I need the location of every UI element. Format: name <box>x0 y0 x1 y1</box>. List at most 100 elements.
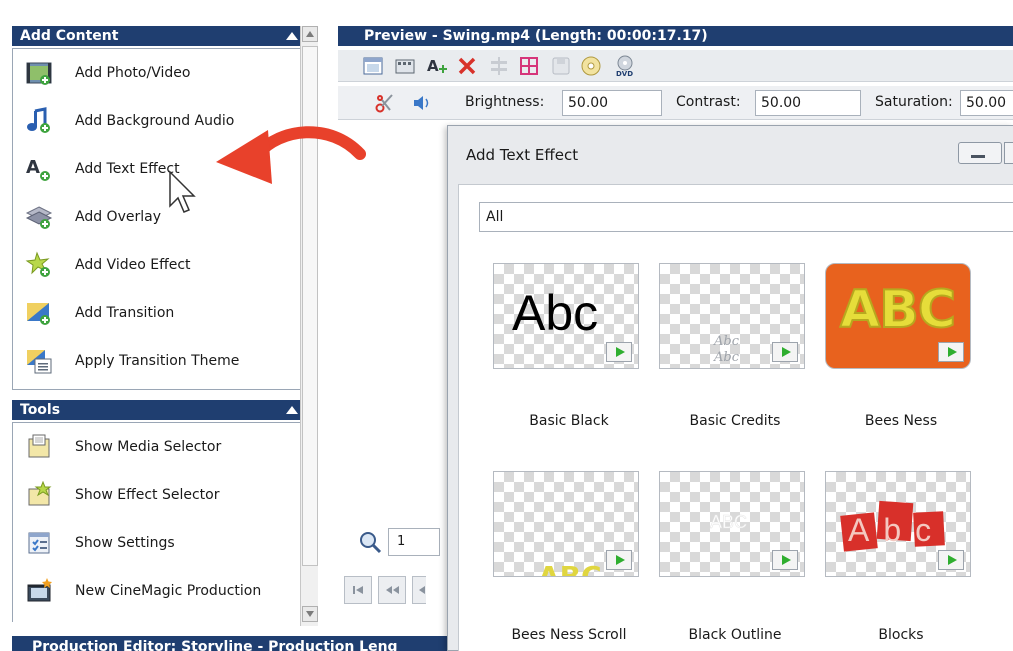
effect-name: Bees Ness Scroll <box>511 627 627 643</box>
overlay-layers-icon <box>25 206 53 229</box>
effect-name: Basic Black <box>529 413 609 429</box>
audio-note-icon <box>27 107 50 133</box>
collapse-up-icon[interactable] <box>286 32 298 40</box>
effect-thumbnail: Abc <box>493 263 639 369</box>
add-text-icon[interactable]: A <box>426 55 448 77</box>
go-to-start-button[interactable] <box>344 576 372 604</box>
new-cinemagic-production-item[interactable]: New CineMagic Production <box>13 571 305 611</box>
skip-start-icon <box>353 586 363 594</box>
transition-theme-icon <box>27 350 52 374</box>
effect-bees-ness[interactable]: ABC Bees Ness <box>813 263 973 463</box>
scissors-icon[interactable] <box>374 92 396 114</box>
delete-icon[interactable] <box>456 55 478 77</box>
saturation-field[interactable]: 50.00 <box>960 90 1013 116</box>
scroll-down-icon <box>306 611 314 617</box>
show-settings-label: Show Settings <box>75 535 175 551</box>
tools-title: Tools <box>20 402 61 418</box>
new-cinemagic-production-label: New CineMagic Production <box>75 583 262 599</box>
mouse-cursor-icon <box>169 170 196 213</box>
contrast-field[interactable]: 50.00 <box>755 90 861 116</box>
scroll-up-button[interactable] <box>302 26 318 42</box>
zoom-magnifier-icon[interactable] <box>358 530 382 554</box>
preview-toolbar: A DVD <box>338 50 1013 82</box>
effect-basic-black[interactable]: Abc Basic Black <box>481 263 641 463</box>
add-content-title: Add Content <box>20 28 119 44</box>
effect-selector-icon <box>28 481 52 506</box>
maximize-button[interactable] <box>1004 142 1013 164</box>
apply-transition-theme-label: Apply Transition Theme <box>75 353 240 369</box>
thumbnail-text: Abc <box>848 512 946 548</box>
play-preview-icon[interactable] <box>772 342 798 362</box>
contrast-label: Contrast: <box>676 94 741 110</box>
crop-icon[interactable] <box>518 55 540 77</box>
add-content-list: Add Photo/Video Add Background Audio A A… <box>12 48 306 390</box>
brightness-field[interactable]: 50.00 <box>562 90 662 116</box>
add-text-effect-dialog: Add Text Effect All Abc Basic Black Abc … <box>447 125 1013 651</box>
collapse-up-icon[interactable] <box>286 406 298 414</box>
play-preview-icon[interactable] <box>772 550 798 570</box>
storyboard-icon[interactable] <box>394 55 416 77</box>
transition-icon <box>27 303 50 325</box>
preview-title: Preview - Swing.mp4 (Length: 00:00:17.17… <box>364 28 708 44</box>
split-icon[interactable] <box>488 55 510 77</box>
tools-header[interactable]: Tools <box>12 400 306 420</box>
svg-text:A: A <box>26 157 40 178</box>
add-overlay-item[interactable]: Add Overlay <box>13 197 305 237</box>
add-video-effect-item[interactable]: Add Video Effect <box>13 245 305 285</box>
disc-icon[interactable] <box>580 55 602 77</box>
preview-header: Preview - Swing.mp4 (Length: 00:00:17.17… <box>338 26 1013 46</box>
play-preview-icon[interactable] <box>938 342 964 362</box>
step-back-button[interactable] <box>412 576 426 604</box>
thumbnail-text: ABC <box>839 279 957 341</box>
rewind-button[interactable] <box>378 576 406 604</box>
production-editor-header[interactable]: Production Editor: Storyline - Productio… <box>12 636 455 651</box>
text-effect-icon: A <box>26 157 50 181</box>
effect-thumbnail: Abc <box>825 471 971 577</box>
settings-icon <box>28 532 50 554</box>
tools-list: Show Media Selector Show Effect Selector… <box>12 422 306 622</box>
thumbnail-text: ABC <box>710 512 748 533</box>
photo-video-icon <box>26 62 52 85</box>
zoom-field[interactable]: 1 <box>388 528 440 556</box>
media-selector-icon <box>28 434 50 458</box>
add-text-effect-label: Add Text Effect <box>75 161 180 177</box>
add-transition-item[interactable]: Add Transition <box>13 293 305 333</box>
effect-name: Basic Credits <box>689 413 781 429</box>
effect-name: Bees Ness <box>864 413 938 429</box>
dvd-label: DVD <box>616 70 634 78</box>
cinemagic-icon <box>27 578 52 602</box>
show-effect-selector-label: Show Effect Selector <box>75 487 220 503</box>
saturation-label: Saturation: <box>875 94 953 110</box>
show-media-selector-item[interactable]: Show Media Selector <box>13 427 305 467</box>
speaker-icon[interactable] <box>412 94 432 112</box>
add-transition-label: Add Transition <box>75 305 175 321</box>
effect-thumbnail: ABC <box>825 263 971 369</box>
effect-name: Black Outline <box>688 627 782 643</box>
effect-black-outline[interactable]: ABC Black Outline <box>647 471 807 651</box>
effect-basic-credits[interactable]: Abc Abc Basic Credits <box>647 263 807 463</box>
add-photo-video-item[interactable]: Add Photo/Video <box>13 53 305 93</box>
thumbnail-text: Abc Abc <box>714 334 739 365</box>
show-effect-selector-item[interactable]: Show Effect Selector <box>13 475 305 515</box>
scroll-down-button[interactable] <box>302 606 318 622</box>
dialog-content: All Abc Basic Black Abc Abc Basic Credit… <box>458 184 1013 651</box>
minimize-button[interactable] <box>958 142 1002 164</box>
effect-blocks[interactable]: Abc Blocks <box>813 471 973 651</box>
apply-transition-theme-item[interactable]: Apply Transition Theme <box>13 341 305 381</box>
add-overlay-label: Add Overlay <box>75 209 161 225</box>
layout-icon[interactable] <box>362 55 384 77</box>
save-icon[interactable] <box>550 55 572 77</box>
show-settings-item[interactable]: Show Settings <box>13 523 305 563</box>
video-effect-icon <box>25 251 50 277</box>
play-preview-icon[interactable] <box>606 342 632 362</box>
category-filter-select[interactable]: All <box>479 202 1013 232</box>
effect-bees-ness-scroll[interactable]: ABC Bees Ness Scroll <box>481 471 641 651</box>
adjustment-bar: Brightness: 50.00 Contrast: 50.00 Satura… <box>338 86 1013 120</box>
dialog-title: Add Text Effect <box>466 146 579 164</box>
scroll-up-icon <box>306 31 314 37</box>
play-preview-icon[interactable] <box>938 550 964 570</box>
add-content-header[interactable]: Add Content <box>12 26 306 46</box>
brightness-label: Brightness: <box>465 94 545 110</box>
play-preview-icon[interactable] <box>606 550 632 570</box>
thumbnail-text: ABC <box>538 560 602 577</box>
